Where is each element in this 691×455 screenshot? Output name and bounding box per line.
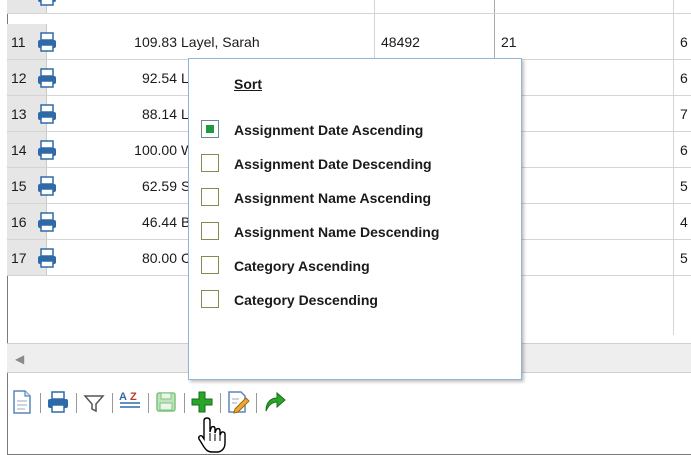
filter-icon[interactable] [82,389,106,415]
sort-option-checkbox[interactable] [201,120,219,138]
sort-option-checkbox[interactable] [201,222,219,240]
sort-option[interactable]: Assignment Date Ascending [189,114,521,148]
sort-option[interactable]: Category Descending [189,284,521,318]
toolbar-separator [40,393,41,413]
partial-cell[interactable]: 5 [680,178,688,194]
hand-pointer-cursor-icon [198,417,226,453]
selected-indicator [206,125,214,133]
score-cell[interactable]: 109.83 [95,34,177,50]
sort-option-label: Assignment Date Ascending [234,122,424,138]
sort-option-label: Category Ascending [234,258,370,274]
add-icon[interactable] [190,389,214,415]
row-number: 12 [11,70,27,86]
forward-arrow-icon[interactable] [262,389,286,415]
print-icon[interactable] [36,31,58,53]
print-icon[interactable] [36,139,58,161]
print-icon[interactable] [46,389,70,415]
print-icon[interactable] [36,67,58,89]
row-number: 13 [11,106,27,122]
print-icon[interactable] [36,175,58,197]
score-cell[interactable]: 88.14 [95,106,177,122]
toolbar-separator [76,393,77,413]
print-icon[interactable] [36,247,58,269]
toolbar-separator [148,393,149,413]
print-icon[interactable] [36,103,58,125]
partial-cell[interactable]: 7 [680,106,688,122]
row-number: 15 [11,178,27,194]
row-number: 11 [11,34,26,50]
sort-az-icon[interactable]: AZ [118,389,142,415]
sort-option-checkbox[interactable] [201,290,219,308]
row-number: 14 [11,142,27,158]
toolbar-separator [220,393,221,413]
scroll-left-icon[interactable]: ◀ [15,352,24,366]
table-row [7,0,691,14]
toolbar-separator [184,393,185,413]
print-icon[interactable] [36,0,58,7]
svg-text:A: A [119,391,127,403]
sort-menu-title: Sort [234,76,262,92]
partial-cell[interactable]: 4 [680,214,688,230]
row-number: 17 [11,250,27,266]
row-number: 16 [11,214,27,230]
score-cell[interactable]: 46.44 [95,214,177,230]
sort-option[interactable]: Assignment Date Descending [189,148,521,182]
score-cell[interactable]: 62.59 [95,178,177,194]
sort-option-checkbox[interactable] [201,188,219,206]
partial-cell[interactable]: 6 [680,34,688,50]
sort-option-label: Assignment Name Descending [234,224,440,240]
table-row[interactable]: 11 109.83 Layel, Sarah 48492 21 6 [7,24,691,60]
partial-cell[interactable]: 6 [680,70,688,86]
svg-text:Z: Z [130,391,137,403]
grid-toolbar: AZ [8,385,691,421]
score-cell[interactable]: 100.00 [95,142,177,158]
save-icon[interactable] [154,389,178,415]
toolbar-separator [256,393,257,413]
document-icon[interactable] [10,389,34,415]
student-id-cell[interactable]: 48492 [381,34,420,50]
sort-option-label: Category Descending [234,292,378,308]
value-cell[interactable]: 21 [501,34,517,50]
print-icon[interactable] [36,211,58,233]
sort-option[interactable]: Category Ascending [189,250,521,284]
sort-option-label: Assignment Date Descending [234,156,432,172]
partial-cell[interactable]: 5 [680,250,688,266]
sort-option[interactable]: Assignment Name Descending [189,216,521,250]
edit-icon[interactable] [226,389,250,415]
toolbar-separator [112,393,113,413]
partial-cell[interactable]: 6 [680,142,688,158]
score-cell[interactable]: 92.54 [95,70,177,86]
sort-menu: Sort Assignment Date Ascending Assignment… [188,58,522,380]
score-cell[interactable]: 80.00 [95,250,177,266]
sort-option-checkbox[interactable] [201,154,219,172]
sort-option-checkbox[interactable] [201,256,219,274]
student-name-cell[interactable]: Layel, Sarah [181,34,260,50]
sort-option[interactable]: Assignment Name Ascending [189,182,521,216]
sort-option-label: Assignment Name Ascending [234,190,432,206]
